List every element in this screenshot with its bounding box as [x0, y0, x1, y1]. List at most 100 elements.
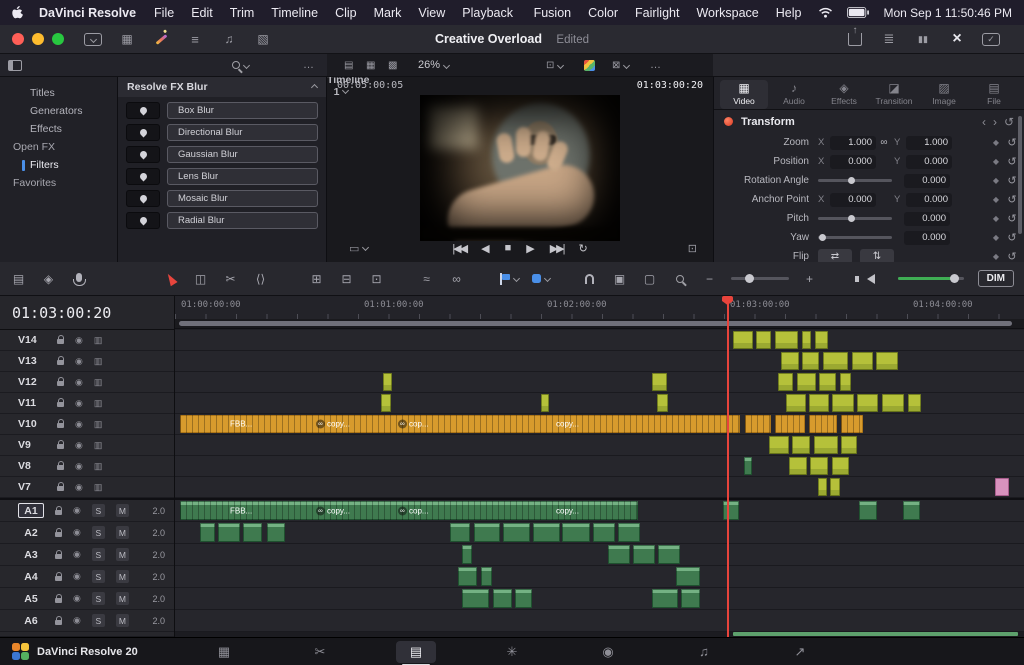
keyframe-icon[interactable]: ◆ — [988, 176, 1004, 185]
menu-item-view[interactable]: View — [418, 6, 445, 20]
effects-toggle-icon[interactable]: ◈ — [40, 269, 57, 289]
menu-item-fusion[interactable]: Fusion — [534, 6, 572, 20]
linked-selection-icon[interactable]: ∞ — [448, 269, 465, 289]
timeline-clip[interactable] — [723, 501, 739, 520]
dim-button[interactable]: DIM — [978, 270, 1014, 287]
menu-bar-clock[interactable]: Mon Sep 1 11:50:46 PM — [883, 6, 1012, 20]
viewer-options-menu[interactable]: … — [650, 54, 661, 76]
menu-item-color[interactable]: Color — [588, 6, 618, 20]
track-lane-v11[interactable] — [175, 393, 1024, 414]
menu-item-timeline[interactable]: Timeline — [271, 6, 318, 20]
track-lane-a2[interactable] — [175, 522, 1024, 544]
timeline-clip[interactable] — [903, 501, 920, 520]
viewer-layout-grid-icon[interactable]: ▦ — [366, 54, 375, 76]
menu-item-fairlight[interactable]: Fairlight — [635, 6, 679, 20]
track-name-v10[interactable]: V10 — [18, 418, 46, 430]
menu-item-help[interactable]: Help — [776, 6, 802, 20]
value-input-yaw[interactable]: 0.000 — [904, 231, 950, 245]
single-viewer-dropdown[interactable]: ⊡ — [546, 54, 563, 76]
track-name-v11[interactable]: V11 — [18, 397, 46, 409]
timeline-clip[interactable] — [218, 523, 240, 542]
edit-index-icon[interactable]: ≡ — [182, 28, 208, 50]
track-view-icon[interactable]: ▥ — [94, 356, 103, 367]
track-lane-v7[interactable] — [175, 477, 1024, 498]
timeline-clip[interactable] — [243, 523, 262, 542]
timeline-clip[interactable]: FBB...∞copy...∞cop...copy... — [180, 415, 740, 433]
timeline-clip[interactable] — [789, 457, 807, 475]
sidebar-item-filters[interactable]: Filters — [0, 156, 117, 174]
zoom-detail-icon[interactable]: ▢ — [641, 269, 658, 289]
track-lane-a5[interactable] — [175, 588, 1024, 610]
timeline-clip[interactable] — [797, 373, 816, 391]
track-name-v13[interactable]: V13 — [18, 355, 46, 367]
track-lane-v10[interactable]: FBB...∞copy...∞cop...copy... — [175, 414, 1024, 435]
active-app-menu[interactable]: DaVinci Resolve — [39, 6, 136, 20]
audio-meters-icon[interactable]: ▮▮ — [910, 28, 936, 50]
auto-select-icon[interactable]: ◉ — [73, 571, 81, 582]
auto-select-icon[interactable]: ◉ — [73, 593, 81, 604]
timeline-horizontal-scrollbar[interactable] — [175, 319, 1024, 329]
timeline-clip[interactable] — [852, 352, 873, 370]
page-media-button[interactable]: ▦ — [204, 641, 244, 663]
value-input-position-y[interactable]: 0.000 — [906, 155, 952, 169]
timeline-clip[interactable] — [809, 394, 829, 412]
timeline-clip[interactable] — [493, 589, 512, 608]
timeline-clip[interactable] — [733, 632, 1018, 636]
inspector-scrollbar[interactable] — [1018, 116, 1022, 234]
effects-options-menu[interactable]: … — [303, 54, 314, 76]
timeline-clip[interactable] — [841, 436, 857, 454]
lock-icon[interactable] — [55, 532, 62, 537]
mute-button[interactable]: M — [116, 570, 129, 583]
timeline-clip[interactable] — [882, 394, 904, 412]
timeline-clip[interactable] — [786, 394, 806, 412]
slider-thumb[interactable] — [848, 177, 855, 184]
zoom-out-button[interactable]: − — [701, 269, 718, 289]
shortcuts-x-icon[interactable]: × — [944, 28, 970, 50]
volume-knob[interactable] — [950, 274, 959, 283]
timeline-clip[interactable] — [633, 545, 655, 564]
effect-item-lens-blur[interactable]: Lens Blur — [126, 168, 318, 185]
timeline-clip[interactable] — [775, 415, 805, 433]
scrollbar-thumb[interactable] — [179, 321, 1012, 326]
timeline-clip[interactable] — [745, 415, 771, 433]
effect-item-gaussian-blur[interactable]: Gaussian Blur — [126, 146, 318, 163]
track-view-icon[interactable]: ▥ — [94, 482, 103, 493]
lock-icon[interactable] — [57, 486, 64, 491]
track-lane-a4[interactable] — [175, 566, 1024, 588]
timeline-clip[interactable] — [503, 523, 530, 542]
zoom-in-button[interactable]: + — [801, 269, 818, 289]
mute-button[interactable]: M — [116, 592, 129, 605]
effects-category-header[interactable]: Resolve FX Blur — [118, 77, 326, 97]
speaker-icon[interactable] — [863, 269, 880, 289]
timeline-clip[interactable] — [458, 567, 477, 586]
timeline-clip[interactable] — [815, 331, 828, 349]
timeline-clip[interactable] — [658, 545, 680, 564]
timeline-clip[interactable] — [819, 373, 836, 391]
track-name-a1[interactable]: A1 — [18, 503, 44, 518]
battery-icon[interactable] — [847, 7, 869, 18]
goto-last-frame-button[interactable]: ▶▶| — [550, 242, 564, 255]
lock-icon[interactable] — [57, 444, 64, 449]
timeline-clip[interactable] — [608, 545, 630, 564]
sound-library-icon[interactable]: ♫ — [216, 28, 242, 50]
zoom-slider-knob[interactable] — [745, 274, 754, 283]
track-name-v14[interactable]: V14 — [18, 334, 46, 346]
timeline-clip[interactable] — [908, 394, 921, 412]
prev-keyframe-icon[interactable]: ‹ — [982, 115, 986, 129]
timeline-clip[interactable] — [775, 331, 798, 349]
auto-select-icon[interactable]: ◉ — [75, 398, 83, 409]
keyframe-icon[interactable]: ◆ — [988, 252, 1004, 261]
keyframe-icon[interactable]: ◆ — [988, 233, 1004, 242]
track-name-a3[interactable]: A3 — [18, 547, 44, 562]
timeline-clip[interactable] — [841, 415, 863, 433]
effect-item-directional-blur[interactable]: Directional Blur — [126, 124, 318, 141]
slider-yaw[interactable] — [818, 236, 892, 239]
goto-first-frame-button[interactable]: |◀◀ — [452, 242, 466, 255]
timeline-clip[interactable] — [814, 436, 838, 454]
auto-select-icon[interactable]: ◉ — [75, 356, 83, 367]
track-view-icon[interactable]: ▥ — [94, 419, 103, 430]
keyframe-icon[interactable]: ◆ — [988, 214, 1004, 223]
value-input-anchor-point-y[interactable]: 0.000 — [906, 193, 952, 207]
effect-item-radial-blur[interactable]: Radial Blur — [126, 212, 318, 229]
transform-enable-toggle[interactable] — [724, 117, 733, 126]
